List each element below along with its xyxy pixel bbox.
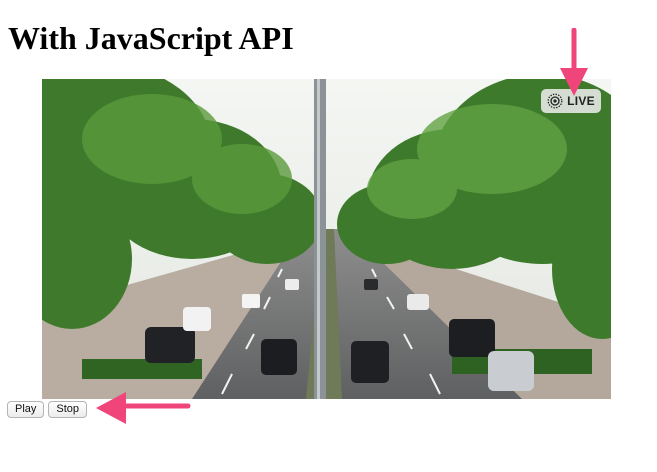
stop-button[interactable]: Stop (48, 401, 88, 418)
live-photo[interactable] (42, 79, 611, 399)
play-button[interactable]: Play (7, 401, 45, 418)
page-heading: With JavaScript API (8, 20, 294, 56)
page: With JavaScript API LIVE Play Stop (0, 0, 657, 472)
street-scene-image (42, 79, 611, 399)
live-photo-icon (547, 93, 563, 109)
live-badge-label: LIVE (567, 94, 595, 108)
live-badge[interactable]: LIVE (541, 89, 601, 113)
playback-controls: Play Stop (7, 401, 88, 418)
